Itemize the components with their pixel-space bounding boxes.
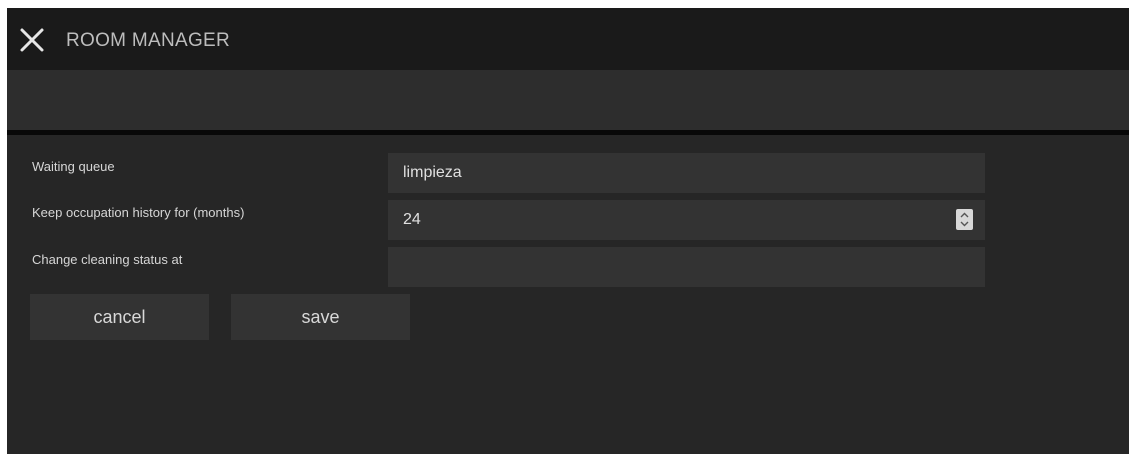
cleaning-status-label: Change cleaning status at [32,252,183,267]
toolbar-area [7,70,1129,130]
cleaning-status-field[interactable] [388,247,985,287]
close-icon[interactable] [18,26,46,54]
save-button[interactable]: save [231,294,410,340]
spinner-updown-icon[interactable] [956,209,973,230]
keep-history-value: 24 [403,211,421,228]
cancel-button[interactable]: cancel [30,294,209,340]
waiting-queue-label: Waiting queue [32,159,115,174]
room-manager-window: ROOM MANAGER Waiting queue limpieza Keep… [7,8,1129,454]
waiting-queue-field[interactable]: limpieza [388,153,985,193]
window-title: ROOM MANAGER [66,30,231,51]
header-divider [7,130,1129,135]
keep-history-label: Keep occupation history for (months) [32,205,245,220]
keep-history-field[interactable]: 24 [388,200,985,240]
title-bar: ROOM MANAGER [7,8,1129,70]
